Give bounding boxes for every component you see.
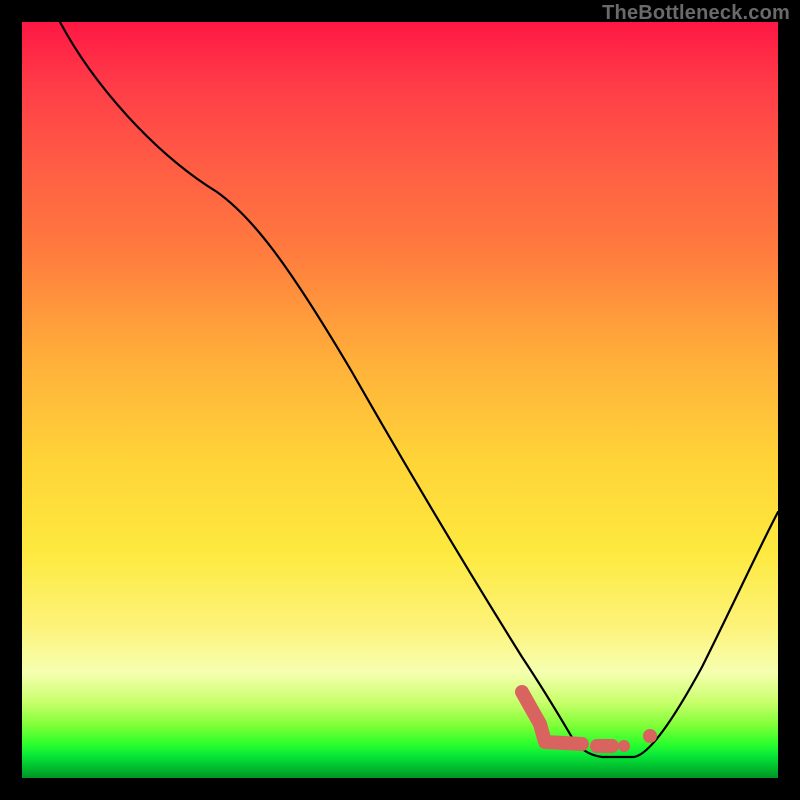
optimal-range-dot-1 — [618, 740, 630, 752]
optimal-range-dot-2 — [643, 729, 657, 743]
bottleneck-curve — [60, 22, 778, 757]
plot-area — [22, 22, 778, 778]
optimal-range-marker — [522, 692, 582, 744]
bottleneck-chart — [22, 22, 778, 778]
watermark-text: TheBottleneck.com — [602, 2, 790, 25]
